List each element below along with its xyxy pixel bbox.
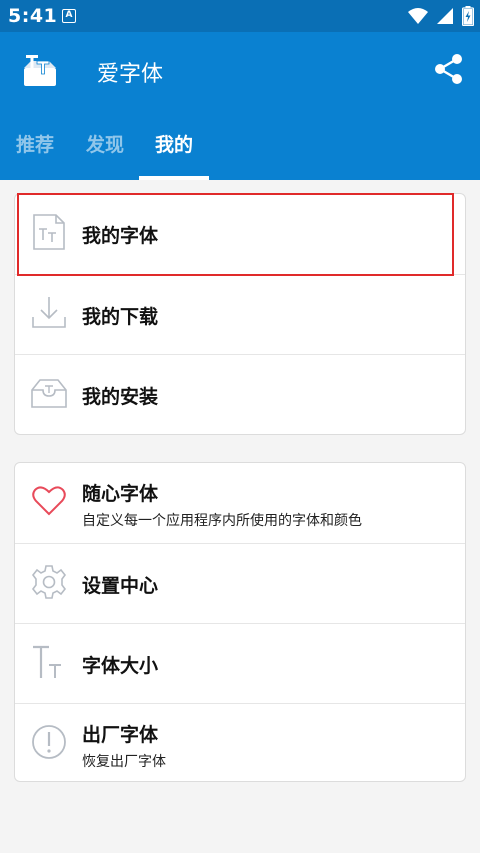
my-downloads-item[interactable]: 我的下载: [15, 274, 465, 354]
factory-font-desc: 恢复出厂字体: [82, 754, 166, 770]
settings-item[interactable]: 设置中心: [15, 543, 465, 623]
factory-font-item[interactable]: 出厂字体 恢复出厂字体: [15, 703, 465, 783]
battery-icon: [462, 6, 474, 26]
alert-circle-icon: [32, 725, 66, 759]
gear-icon: [31, 565, 67, 599]
app-title: 爱字体: [97, 62, 164, 87]
tab-discover[interactable]: 发现: [86, 130, 124, 157]
app-logo-icon: [24, 55, 56, 86]
download-icon: [32, 297, 66, 328]
font-size-label: 字体大小: [82, 655, 159, 677]
tab-bar: 推荐 发现 我的: [0, 120, 480, 180]
status-bar: 5:41 A: [0, 0, 480, 32]
heart-icon: [32, 486, 66, 516]
tab-mine[interactable]: 我的: [155, 130, 193, 157]
factory-font-label: 出厂字体: [82, 724, 159, 746]
app-bar: 爱字体 推荐 发现 我的: [0, 32, 480, 180]
tab-indicator: [139, 176, 209, 180]
notification-icon: A: [62, 9, 76, 23]
more-section-card: 随心字体 自定义每一个应用程序内所使用的字体和颜色 设置中心 字体大小 出厂字体…: [14, 462, 466, 782]
my-installs-item[interactable]: 我的安装: [15, 354, 465, 434]
wifi-icon: [408, 8, 428, 24]
my-downloads-label: 我的下载: [82, 306, 159, 328]
install-tray-icon: [31, 379, 67, 408]
free-font-item[interactable]: 随心字体 自定义每一个应用程序内所使用的字体和颜色: [15, 463, 465, 543]
free-font-desc: 自定义每一个应用程序内所使用的字体和颜色: [82, 513, 362, 529]
tab-recommend[interactable]: 推荐: [16, 130, 54, 157]
free-font-label: 随心字体: [82, 483, 159, 505]
font-size-item[interactable]: 字体大小: [15, 623, 465, 703]
settings-label: 设置中心: [82, 575, 159, 597]
selection-highlight: [17, 193, 454, 276]
status-time: 5:41: [8, 5, 58, 27]
share-icon[interactable]: [432, 52, 466, 86]
font-size-icon: [33, 645, 61, 678]
signal-icon: [437, 8, 453, 24]
my-installs-label: 我的安装: [82, 386, 159, 408]
system-icons: [408, 6, 474, 26]
